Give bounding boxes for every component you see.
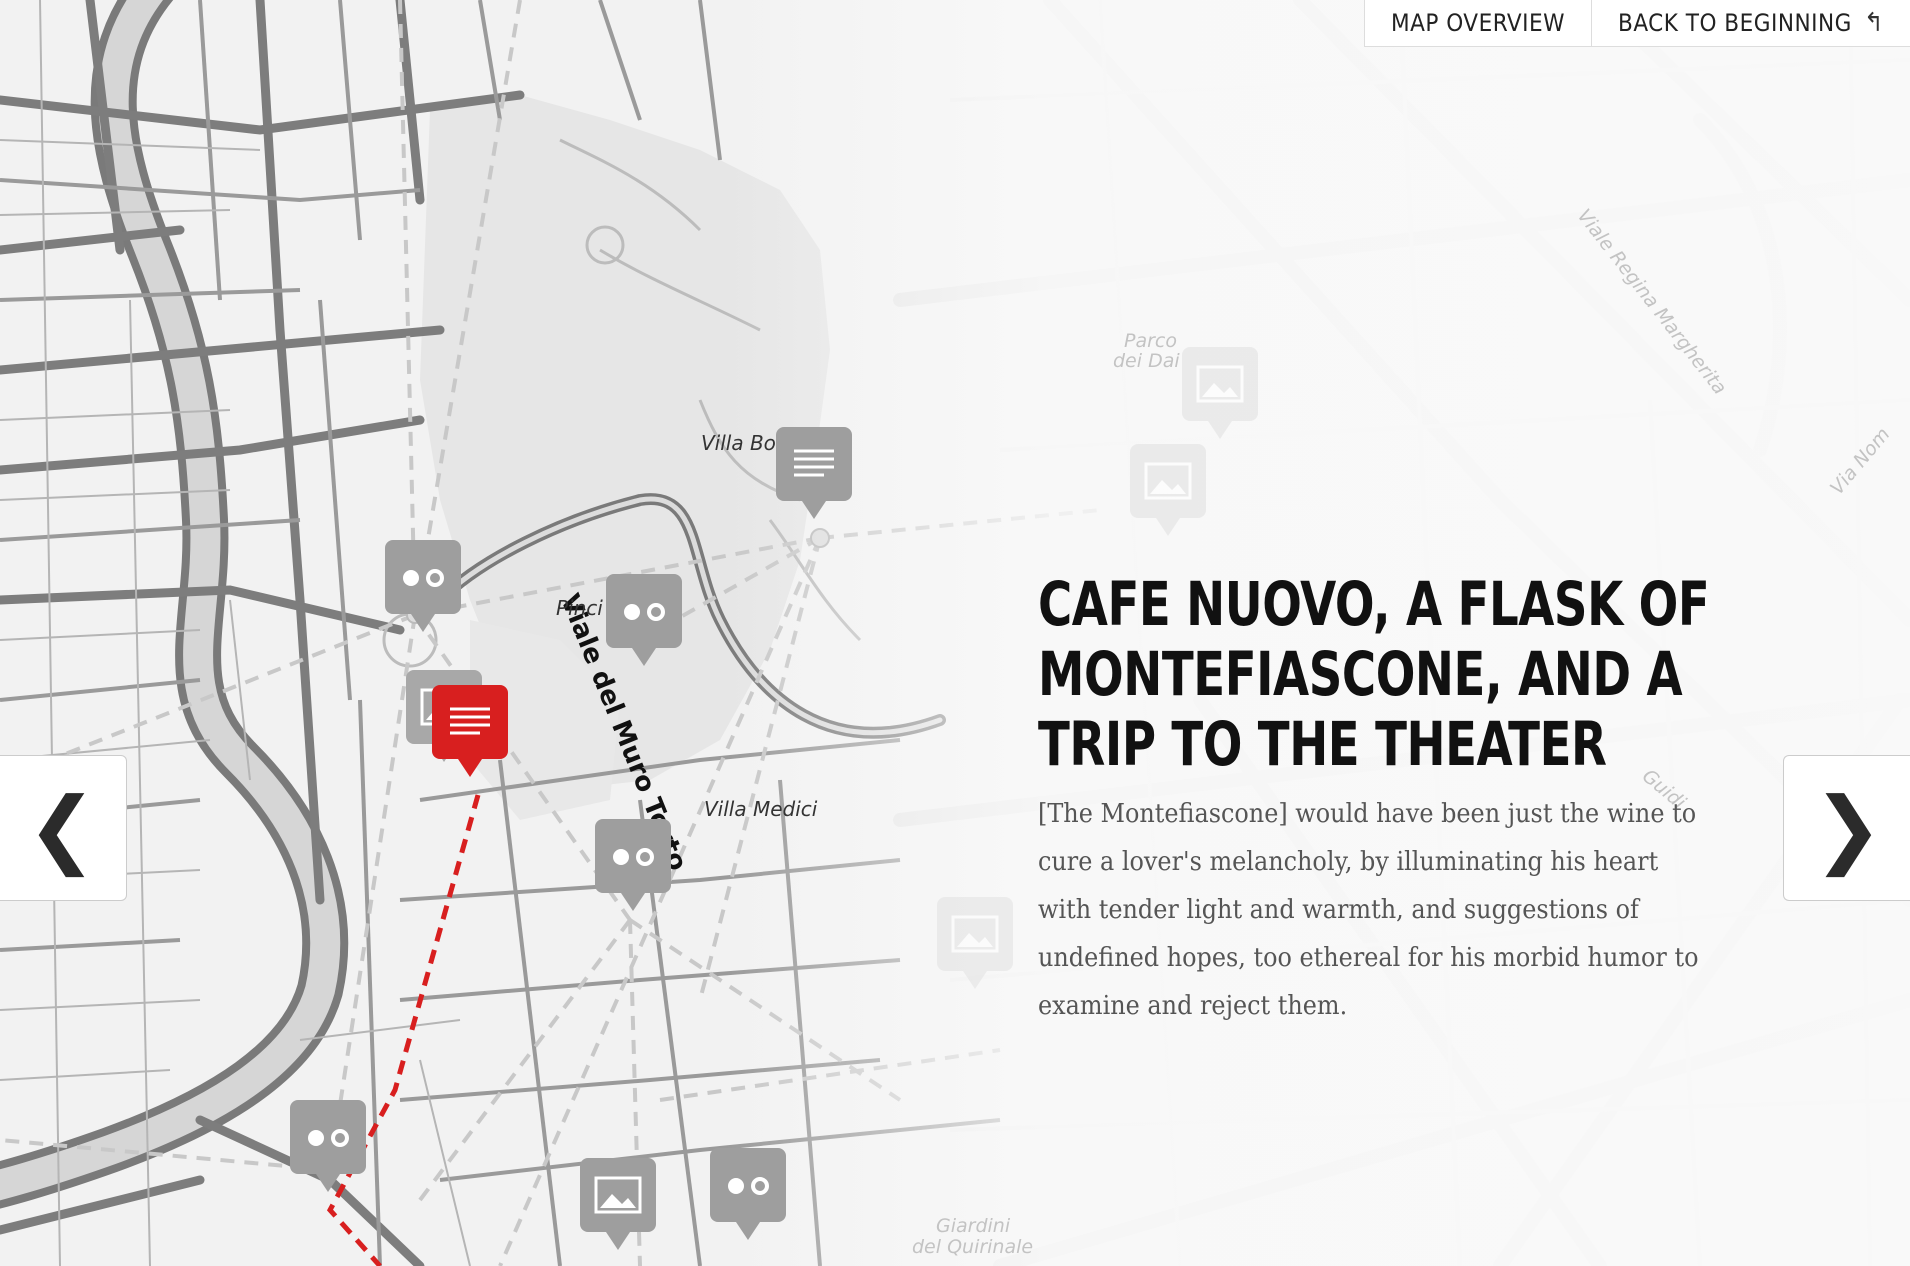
map-marker-flickr[interactable] — [593, 817, 673, 917]
map-marker-image[interactable] — [578, 1156, 658, 1256]
map-marker-image-faded[interactable] — [935, 895, 1015, 995]
undo-arrow-icon: ↰ — [1863, 8, 1884, 38]
chevron-left-icon: ❮ — [26, 779, 98, 877]
map-marker-image-faded[interactable] — [1180, 345, 1260, 445]
map-marker-flickr[interactable] — [708, 1146, 788, 1246]
map-marker-text-active[interactable] — [430, 683, 510, 783]
map-label-pincio: Pinci — [556, 596, 603, 620]
map-marker-text[interactable] — [774, 425, 854, 525]
top-navigation: MAP OVERVIEW BACK TO BEGINNING ↰ — [1363, 0, 1910, 47]
chevron-right-icon: ❯ — [1812, 779, 1884, 877]
map-label-villa-medici: Villa Medici — [704, 797, 818, 821]
map-label-giardini-line2: del Quirinale — [912, 1236, 1034, 1258]
map-label-giardini-line1: Giardini — [936, 1215, 1011, 1237]
story-panel: CAFE NUOVO, A FLASK OF MONTEFIASCONE, AN… — [1038, 570, 1758, 1030]
map-marker-flickr[interactable] — [383, 538, 463, 638]
story-title: CAFE NUOVO, A FLASK OF MONTEFIASCONE, AN… — [1038, 569, 1710, 780]
map-marker-flickr[interactable] — [288, 1098, 368, 1198]
map-overview-label: MAP OVERVIEW — [1390, 9, 1566, 37]
map-overview-button[interactable]: MAP OVERVIEW — [1365, 0, 1591, 46]
map-label-parco-line1: Parco — [1124, 330, 1177, 352]
map-label-villa-borghese: Villa Bo — [701, 431, 776, 455]
map-label-parco-line2: dei Dai — [1113, 350, 1180, 372]
previous-slide-button[interactable]: ❮ — [0, 755, 127, 901]
back-to-beginning-button[interactable]: BACK TO BEGINNING ↰ — [1591, 0, 1910, 46]
next-slide-button[interactable]: ❯ — [1783, 755, 1910, 901]
story-body: [The Montefiascone] would have been just… — [1038, 799, 1699, 1021]
back-to-beginning-label: BACK TO BEGINNING — [1618, 9, 1852, 37]
map-marker-image-faded[interactable] — [1128, 442, 1208, 542]
map-marker-flickr[interactable] — [604, 572, 684, 672]
